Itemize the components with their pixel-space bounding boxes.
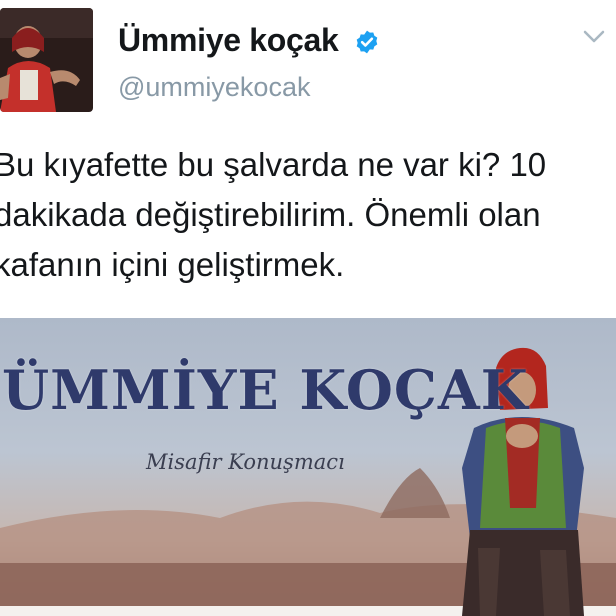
tweet-card: Ümmiye koçak @ummiyekocak Bu kıyafette b… bbox=[0, 0, 616, 616]
avatar-image bbox=[0, 8, 93, 112]
media-title: ÜMMİYE KOÇAK bbox=[2, 358, 529, 422]
tweet-media-photo[interactable]: ÜMMİYE KOÇAK Misafir Konuşmacı bbox=[0, 318, 616, 616]
tweet-text: Bu kıyafette bu şalvarda ne var ki? 10 d… bbox=[0, 140, 616, 290]
tweet-text-line: dakikada değiştirebilirim. Önemli olan bbox=[0, 196, 541, 233]
media-subtitle: Misafir Konuşmacı bbox=[146, 450, 345, 474]
avatar[interactable] bbox=[0, 8, 93, 112]
handle[interactable]: @ummiyekocak bbox=[118, 72, 310, 103]
tweet-text-line: Bu kıyafette bu şalvarda ne var ki? 10 bbox=[0, 146, 547, 183]
tweet-text-line: kafanın içini geliştirmek. bbox=[0, 246, 345, 283]
chevron-down-icon[interactable] bbox=[580, 26, 608, 48]
display-name[interactable]: Ümmiye koçak bbox=[118, 22, 339, 59]
verified-badge-icon bbox=[356, 30, 378, 54]
